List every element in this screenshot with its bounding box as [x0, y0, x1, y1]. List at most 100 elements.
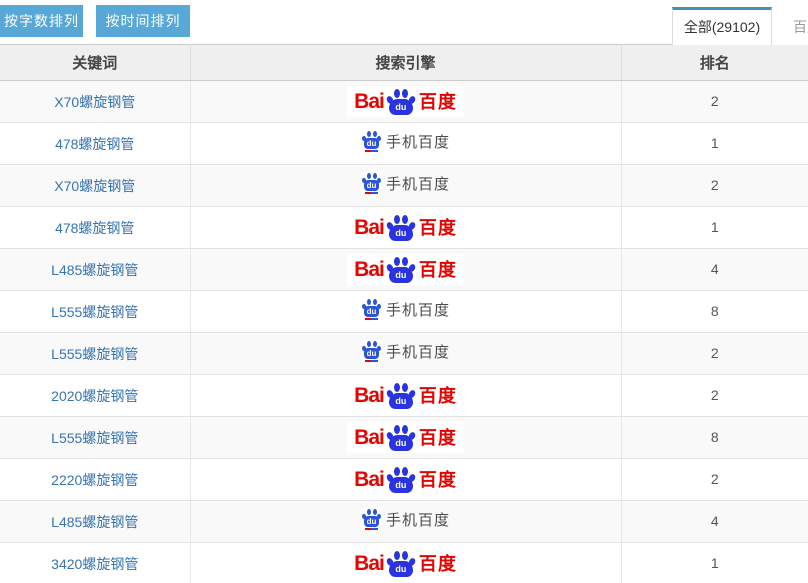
rank-value: 4 — [711, 261, 719, 277]
mobile-baidu-icon: du — [361, 298, 382, 320]
keyword-link[interactable]: L555螺旋钢管 — [51, 346, 138, 362]
mobile-baidu-label: 手机百度 — [386, 299, 450, 320]
rank-cell: 2 — [621, 375, 808, 417]
rank-cell: 2 — [621, 81, 808, 123]
baidu-logo-bai-text: Bai — [354, 469, 384, 490]
mobile-baidu: du 手机百度 — [361, 172, 450, 194]
keyword-link[interactable]: L485螺旋钢管 — [51, 514, 138, 530]
keyword-link[interactable]: 478螺旋钢管 — [55, 220, 134, 236]
mobile-baidu-icon: du — [361, 130, 382, 152]
engine-cell: Bai du 百度 — [190, 417, 621, 459]
mobile-baidu-label: 手机百度 — [386, 509, 450, 530]
baidu-logo: Bai du 百度 — [347, 254, 464, 285]
baidu-logo: Bai du 百度 — [347, 422, 464, 453]
baidu-logo-cn-text: 百度 — [419, 387, 457, 405]
rank-cell: 2 — [621, 333, 808, 375]
keyword-cell: L555螺旋钢管 — [0, 417, 190, 459]
rank-cell: 4 — [621, 249, 808, 291]
baidu-logo: Bai du 百度 — [347, 86, 464, 117]
rank-cell: 2 — [621, 165, 808, 207]
rank-cell: 1 — [621, 123, 808, 165]
engine-cell: Bai du 百度 — [190, 81, 621, 123]
rank-value: 2 — [711, 345, 719, 361]
engine-cell: du 手机百度 — [190, 501, 621, 543]
sort-by-time-button[interactable]: 按时间排列 — [96, 5, 190, 37]
baidu-logo-cn-text: 百度 — [419, 555, 457, 573]
baidu-logo-bai-text: Bai — [354, 91, 384, 112]
table-row: L485螺旋钢管 du 手机百度 4 — [0, 501, 808, 543]
baidu-paw-icon: du — [386, 466, 416, 493]
keyword-cell: X70螺旋钢管 — [0, 81, 190, 123]
keyword-cell: L555螺旋钢管 — [0, 291, 190, 333]
header-search-engine: 搜索引擎 — [190, 45, 621, 81]
ranking-table: 关键词 搜索引擎 排名 X70螺旋钢管 Bai du 百度 2 — [0, 44, 808, 583]
engine-cell: du 手机百度 — [190, 165, 621, 207]
table-row: L555螺旋钢管 du 手机百度 8 — [0, 291, 808, 333]
rank-value: 1 — [711, 555, 719, 571]
rank-value: 2 — [711, 387, 719, 403]
baidu-logo: Bai du 百度 — [347, 380, 464, 411]
rank-value: 2 — [711, 93, 719, 109]
keyword-link[interactable]: X70螺旋钢管 — [54, 94, 135, 110]
keyword-link[interactable]: 2020螺旋钢管 — [51, 388, 138, 404]
keyword-cell: 478螺旋钢管 — [0, 123, 190, 165]
rank-value: 2 — [711, 471, 719, 487]
baidu-paw-icon: du — [386, 256, 416, 283]
mobile-baidu-label: 手机百度 — [386, 341, 450, 362]
keyword-link[interactable]: X70螺旋钢管 — [54, 178, 135, 194]
sort-by-words-button[interactable]: 按字数排列 — [0, 5, 83, 37]
baidu-logo-cn-text: 百度 — [419, 261, 457, 279]
baidu-logo-cn-text: 百度 — [419, 471, 457, 489]
table-row: 478螺旋钢管 Bai du 百度 1 — [0, 207, 808, 249]
keyword-link[interactable]: L555螺旋钢管 — [51, 430, 138, 446]
table-header-row: 关键词 搜索引擎 排名 — [0, 45, 808, 81]
baidu-paw-icon: du — [386, 88, 416, 115]
table-row: 478螺旋钢管 du 手机百度 1 — [0, 123, 808, 165]
table-row: L555螺旋钢管 du 手机百度 2 — [0, 333, 808, 375]
rank-cell: 2 — [621, 459, 808, 501]
keyword-link[interactable]: L555螺旋钢管 — [51, 304, 138, 320]
keyword-link[interactable]: L485螺旋钢管 — [51, 262, 138, 278]
table-row: X70螺旋钢管 Bai du 百度 2 — [0, 81, 808, 123]
rank-cell: 1 — [621, 207, 808, 249]
keyword-link[interactable]: 3420螺旋钢管 — [51, 556, 138, 572]
toolbar: 按字数排列 按时间排列 全部(29102) 百度 — [0, 0, 808, 44]
mobile-baidu-icon: du — [361, 172, 382, 194]
baidu-logo-bai-text: Bai — [354, 217, 384, 238]
engine-cell: Bai du 百度 — [190, 207, 621, 249]
table-row: 2020螺旋钢管 Bai du 百度 2 — [0, 375, 808, 417]
baidu-logo-bai-text: Bai — [354, 553, 384, 574]
keyword-cell: 3420螺旋钢管 — [0, 543, 190, 583]
engine-cell: Bai du 百度 — [190, 249, 621, 291]
mobile-baidu: du 手机百度 — [361, 340, 450, 362]
keyword-link[interactable]: 2220螺旋钢管 — [51, 472, 138, 488]
baidu-logo: Bai du 百度 — [347, 212, 464, 243]
tab-all[interactable]: 全部(29102) — [672, 7, 772, 45]
mobile-baidu-label: 手机百度 — [386, 131, 450, 152]
table-row: 3420螺旋钢管 Bai du 百度 1 — [0, 543, 808, 583]
mobile-baidu-icon: du — [361, 508, 382, 530]
keyword-link[interactable]: 478螺旋钢管 — [55, 136, 134, 152]
mobile-baidu: du 手机百度 — [361, 298, 450, 320]
baidu-paw-icon: du — [386, 550, 416, 577]
tab-baidu[interactable]: 百度 — [772, 7, 808, 45]
mobile-baidu: du 手机百度 — [361, 508, 450, 530]
rank-value: 1 — [711, 135, 719, 151]
mobile-baidu-icon: du — [361, 340, 382, 362]
baidu-paw-icon: du — [386, 214, 416, 241]
engine-tabs: 全部(29102) 百度 — [672, 7, 808, 45]
rank-value: 2 — [711, 177, 719, 193]
baidu-logo-bai-text: Bai — [354, 259, 384, 280]
rank-value: 8 — [711, 429, 719, 445]
rank-cell: 1 — [621, 543, 808, 583]
engine-cell: Bai du 百度 — [190, 459, 621, 501]
baidu-logo-bai-text: Bai — [354, 427, 384, 448]
engine-cell: Bai du 百度 — [190, 543, 621, 583]
table-row: X70螺旋钢管 du 手机百度 2 — [0, 165, 808, 207]
keyword-cell: 2020螺旋钢管 — [0, 375, 190, 417]
keyword-cell: X70螺旋钢管 — [0, 165, 190, 207]
baidu-logo: Bai du 百度 — [347, 464, 464, 495]
rank-value: 1 — [711, 219, 719, 235]
table-row: 2220螺旋钢管 Bai du 百度 2 — [0, 459, 808, 501]
table-body: X70螺旋钢管 Bai du 百度 2 478螺旋钢管 — [0, 81, 808, 583]
